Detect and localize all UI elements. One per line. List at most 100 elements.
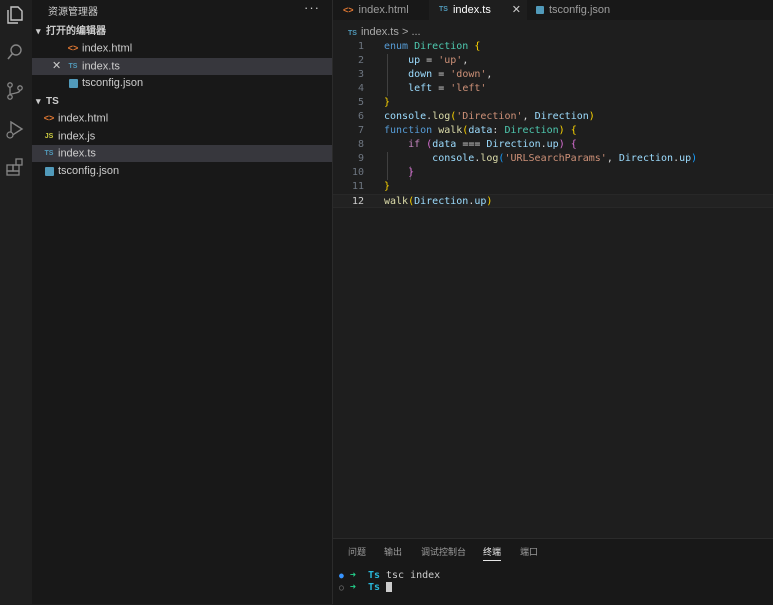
code-text: walk(Direction.up) bbox=[384, 196, 493, 207]
open-editor-item-index-ts[interactable]: ✕ TS index.ts bbox=[32, 58, 332, 75]
open-editor-label: index.ts bbox=[82, 60, 120, 73]
terminal-line: ● ➜ Ts tsc index bbox=[339, 570, 440, 581]
more-actions-icon[interactable]: ··· bbox=[304, 0, 320, 15]
file-item-index-js[interactable]: JS index.js bbox=[32, 128, 332, 145]
file-item-index-html[interactable]: <> index.html bbox=[32, 110, 332, 127]
json-file-icon bbox=[69, 78, 78, 88]
code-line: 10 } bbox=[333, 166, 773, 180]
file-label: tsconfig.json bbox=[58, 165, 120, 177]
code-text: left = 'left' bbox=[408, 83, 487, 94]
open-editor-item-index-html[interactable]: <> index.html bbox=[32, 40, 332, 57]
editor-tab-bar: <> index.html TS index.ts ✕ tsconfig.json bbox=[333, 0, 773, 20]
prompt-arrow-icon: ➜ bbox=[349, 570, 356, 581]
html-file-icon: <> bbox=[67, 43, 79, 53]
tab-terminal[interactable]: 终端 bbox=[483, 545, 502, 561]
code-line: 6 console.log('Direction', Direction) bbox=[333, 110, 773, 124]
code-line-current: 12 walk(Direction.up) bbox=[333, 194, 773, 208]
js-file-icon: JS bbox=[44, 133, 54, 140]
ts-file-icon: TS bbox=[348, 30, 357, 37]
open-editor-label: index.html bbox=[82, 42, 133, 55]
bottom-panel: 问题 输出 调试控制台 终端 端口 ● ➜ Ts tsc index ○ ➜ T… bbox=[333, 538, 773, 605]
line-number: 5 bbox=[357, 97, 364, 108]
breadcrumb-symbols[interactable]: ... bbox=[411, 26, 420, 38]
line-number: 4 bbox=[357, 83, 364, 94]
line-number: 3 bbox=[357, 69, 364, 80]
chevron-down-icon: ▾ bbox=[36, 96, 41, 106]
terminal-command: tsc index bbox=[386, 570, 441, 581]
code-line: 11} bbox=[333, 180, 773, 194]
search-icon[interactable] bbox=[4, 41, 26, 63]
breadcrumb-file[interactable]: index.ts bbox=[361, 26, 399, 38]
file-label: index.ts bbox=[58, 147, 96, 160]
file-label: index.js bbox=[58, 130, 96, 143]
tab-output[interactable]: 输出 bbox=[384, 545, 402, 558]
code-line: 7 function walk(data: Direction) { bbox=[333, 124, 773, 138]
html-file-icon: <> bbox=[343, 5, 354, 16]
folder-header-ts[interactable]: ▾ TS bbox=[36, 93, 59, 110]
tab-debug-console[interactable]: 调试控制台 bbox=[421, 545, 466, 558]
prompt-arrow-icon: ➜ bbox=[349, 582, 356, 593]
source-control-icon[interactable] bbox=[4, 80, 26, 102]
activity-bar bbox=[0, 0, 33, 604]
open-editors-label: 打开的编辑器 bbox=[46, 26, 106, 37]
terminal-line[interactable]: ○ ➜ Ts bbox=[339, 582, 393, 593]
file-label: index.html bbox=[58, 112, 109, 125]
chevron-down-icon: ▾ bbox=[36, 26, 41, 36]
breadcrumb: TS index.ts > ... bbox=[348, 24, 421, 40]
code-text: console.log('URLSearchParams', Direction… bbox=[432, 153, 698, 164]
ts-file-icon: TS bbox=[44, 150, 54, 157]
explorer-sidebar: 资源管理器 ··· ▾ 打开的编辑器 <> index.html ✕ TS index… bbox=[32, 0, 333, 604]
line-number: 8 bbox=[357, 139, 364, 150]
status-dot-icon: ● bbox=[339, 571, 344, 580]
json-file-icon bbox=[45, 166, 54, 176]
code-text: } bbox=[408, 167, 415, 178]
code-line: 1 enum Direction { bbox=[333, 40, 773, 54]
html-file-icon: <> bbox=[43, 113, 55, 123]
open-editor-label: tsconfig.json bbox=[82, 77, 144, 89]
terminal-cursor bbox=[386, 582, 393, 592]
terminal-directory: Ts bbox=[367, 570, 380, 581]
line-number: 1 bbox=[357, 41, 364, 52]
code-line: 2 up = 'up', bbox=[333, 54, 773, 68]
line-number: 11 bbox=[351, 181, 364, 192]
file-item-index-ts[interactable]: TS index.ts bbox=[32, 145, 332, 162]
code-text: console.log('Direction', Direction) bbox=[384, 111, 595, 122]
files-icon[interactable] bbox=[4, 4, 26, 26]
close-icon[interactable]: ✕ bbox=[52, 58, 61, 75]
open-editors-header[interactable]: ▾ 打开的编辑器 bbox=[36, 23, 106, 40]
open-editor-item-tsconfig[interactable]: tsconfig.json bbox=[32, 75, 332, 92]
code-text: enum Direction { bbox=[384, 41, 481, 52]
code-line: 4 left = 'left' bbox=[333, 82, 773, 96]
ts-file-icon: TS bbox=[439, 6, 448, 14]
code-text: down = 'down', bbox=[408, 69, 493, 80]
tab-index-ts[interactable]: TS index.ts ✕ bbox=[429, 0, 527, 20]
folder-label: TS bbox=[46, 96, 59, 107]
breadcrumb-separator: > bbox=[401, 26, 409, 38]
tab-label: index.html bbox=[358, 4, 409, 16]
tab-index-html[interactable]: <> index.html bbox=[333, 0, 428, 20]
tab-ports[interactable]: 端口 bbox=[520, 545, 538, 558]
file-item-tsconfig[interactable]: tsconfig.json bbox=[32, 163, 332, 180]
line-number: 9 bbox=[357, 153, 364, 164]
run-debug-icon[interactable] bbox=[4, 118, 26, 140]
code-line: 9 console.log('URLSearchParams', Directi… bbox=[333, 152, 773, 166]
code-text: up = 'up', bbox=[408, 55, 469, 66]
code-text: } bbox=[384, 181, 391, 192]
tab-label: index.ts bbox=[452, 4, 491, 16]
explorer-title: 资源管理器 bbox=[48, 7, 98, 18]
code-line: 3 down = 'down', bbox=[333, 68, 773, 82]
ts-file-icon: TS bbox=[68, 63, 78, 70]
code-text: function walk(data: Direction) { bbox=[384, 125, 577, 136]
line-number: 12 bbox=[351, 196, 364, 207]
tab-tsconfig[interactable]: tsconfig.json bbox=[528, 0, 638, 20]
extensions-icon[interactable] bbox=[4, 156, 26, 178]
json-file-icon bbox=[536, 6, 544, 15]
line-number: 10 bbox=[351, 167, 364, 178]
close-icon[interactable]: ✕ bbox=[512, 0, 521, 20]
status-dot-icon: ○ bbox=[339, 583, 344, 592]
line-number: 2 bbox=[357, 55, 364, 66]
tab-problems[interactable]: 问题 bbox=[348, 545, 366, 558]
terminal-directory: Ts bbox=[367, 582, 380, 593]
code-line: 8 if (data === Direction.up) { bbox=[333, 138, 773, 152]
line-number: 6 bbox=[357, 111, 364, 122]
